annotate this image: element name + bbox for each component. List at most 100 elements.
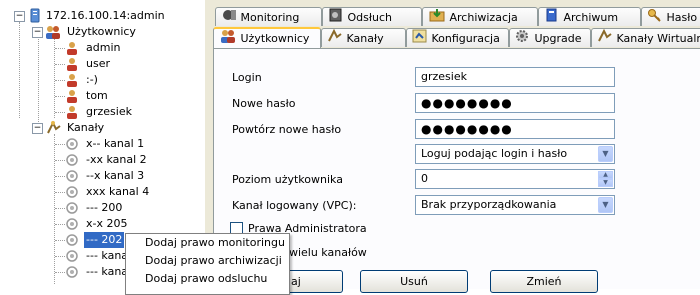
tree-channel[interactable]: --x kanal 3 <box>0 168 205 184</box>
tab-kanaly-wirtualne[interactable]: Kanały Wirtualne <box>591 28 700 47</box>
login-mode-value: Loguj podając login i hasło <box>421 147 567 160</box>
change-button[interactable]: Zmień <box>490 270 598 293</box>
tab-konfiguracja[interactable]: Konfiguracja <box>406 28 509 47</box>
tab-label: Upgrade <box>535 32 582 45</box>
monitoring-icon <box>221 8 237 28</box>
tree-line <box>55 176 65 177</box>
repeat-password-field[interactable]: ●●●●●●●● <box>415 119 615 139</box>
tree-line <box>55 224 65 225</box>
new-password-field[interactable]: ●●●●●●●● <box>415 93 615 113</box>
tab-label: Archiwizacja <box>450 11 518 24</box>
tree-user-label: grzesiek <box>86 104 132 120</box>
spin-down-icon[interactable]: ▼ <box>598 179 613 187</box>
tree-line <box>55 64 65 65</box>
chevron-down-icon[interactable]: ▼ <box>598 197 613 213</box>
menu-item-add-listening[interactable]: Dodaj prawo odsluchu <box>126 270 289 288</box>
tab-label: Konfiguracja <box>432 32 500 45</box>
virtual-channels-icon <box>597 29 613 49</box>
tab-uzytkownicy[interactable]: Użytkownicy <box>213 27 321 48</box>
tree-users-group[interactable]: − Użytkownicy <box>0 24 205 40</box>
vpc-select[interactable]: Brak przyporządkowania ▼ <box>415 195 615 215</box>
tab-upgrade[interactable]: Upgrade <box>509 28 591 47</box>
channels-icon <box>327 29 343 49</box>
tab-row-back: Monitoring Odsłuch Archiwizacja Archiwum… <box>205 7 700 27</box>
archive-icon <box>544 8 560 28</box>
tree-line <box>55 144 65 145</box>
login-label: Login <box>232 71 262 84</box>
tab-label: Monitoring <box>241 11 300 24</box>
tree-user-label: user <box>86 56 110 72</box>
vpc-label: Kanał logowany (VPC): <box>232 199 356 212</box>
tab-haslo[interactable]: Hasło <box>641 7 700 26</box>
users-icon <box>219 29 237 49</box>
tab-kanaly[interactable]: Kanały <box>321 28 406 47</box>
tab-label: Użytkownicy <box>241 32 310 45</box>
tree-line <box>55 240 65 241</box>
tree-channel-label: --- kana <box>86 248 128 264</box>
tree-line <box>55 112 65 113</box>
delete-button[interactable]: Usuń <box>360 270 468 293</box>
tree-line <box>55 192 65 193</box>
tree-channel[interactable]: x-- kanal 1 <box>0 136 205 152</box>
menu-item-add-monitoring[interactable]: Dodaj prawo monitoringu <box>126 234 289 252</box>
tree-channels-label: Kanały <box>67 120 104 136</box>
key-icon <box>647 8 663 28</box>
collapse-toggle[interactable]: − <box>32 27 43 38</box>
channel-icon <box>65 265 79 284</box>
tree-channel-label: --- kana <box>86 264 128 280</box>
gear-icon <box>515 29 531 49</box>
tree-root[interactable]: − 172.16.100.14:admin <box>0 8 205 24</box>
tab-label: Odsłuch <box>348 11 393 24</box>
tree-channel-label: x-x 205 <box>86 216 127 232</box>
tree-user[interactable]: user <box>0 56 205 72</box>
new-password-label: Nowe hasło <box>232 97 296 110</box>
tab-label: Kanały <box>347 32 384 45</box>
tree-channel[interactable]: --- 200 <box>0 200 205 216</box>
config-icon <box>412 29 428 49</box>
tab-label: Kanały Wirtualne <box>617 32 700 45</box>
chevron-down-icon[interactable]: ▼ <box>598 146 613 162</box>
tab-odsluch[interactable]: Odsłuch <box>322 7 422 26</box>
login-mode-select[interactable]: Loguj podając login i hasło ▼ <box>415 144 615 164</box>
user-level-value: 0 <box>421 172 428 185</box>
collapse-toggle[interactable]: − <box>32 123 43 134</box>
tab-archiwum[interactable]: Archiwum <box>538 7 641 26</box>
spin-up-icon[interactable]: ▲ <box>598 171 613 179</box>
tree-channel[interactable]: xxx kanal 4 <box>0 184 205 200</box>
tree-users-label: Użytkownicy <box>67 24 136 40</box>
vpc-value: Brak przyporządkowania <box>421 198 556 211</box>
tree-line <box>55 80 65 81</box>
tree-channel-label: -xx kanal 2 <box>86 152 147 168</box>
tree-user[interactable]: admin <box>0 40 205 56</box>
menu-item-add-archiving[interactable]: Dodaj prawo archiwizacji <box>126 252 289 270</box>
tree-channel[interactable]: x-x 205 <box>0 216 205 232</box>
tab-row-front: Użytkownicy Kanały Konfiguracja Upgrade … <box>205 28 700 48</box>
tree-user[interactable]: tom <box>0 88 205 104</box>
login-field[interactable]: grzesiek <box>415 67 615 87</box>
tree-user[interactable]: grzesiek <box>0 104 205 120</box>
tree-channels-group[interactable]: − Kanały <box>0 120 205 136</box>
tab-monitoring[interactable]: Monitoring <box>215 7 322 26</box>
tree-line <box>55 96 65 97</box>
context-menu: Dodaj prawo monitoringu Dodaj prawo arch… <box>125 233 290 295</box>
tree-channel[interactable]: -xx kanal 2 <box>0 152 205 168</box>
tree-user[interactable]: :-) <box>0 72 205 88</box>
collapse-toggle[interactable]: − <box>14 11 25 22</box>
tree-root-label: 172.16.100.14:admin <box>46 8 165 24</box>
tree-line <box>55 256 65 257</box>
tree-channel-label: --x kanal 3 <box>86 168 144 184</box>
tree-user-label: admin <box>86 40 120 56</box>
tab-archiwizacja[interactable]: Archiwizacja <box>422 7 538 26</box>
tree-line <box>55 208 65 209</box>
tree-user-label: :-) <box>86 72 98 88</box>
speaker-icon <box>328 8 344 28</box>
tree-channel-label: xxx kanal 4 <box>86 184 149 200</box>
tab-label: Hasło <box>667 11 698 24</box>
tree-line <box>55 48 65 49</box>
tree-user-label: tom <box>86 88 108 104</box>
repeat-password-label: Powtórz nowe hasło <box>232 123 341 136</box>
archive-box-icon <box>428 8 446 28</box>
tree-channel-label: --- 202 <box>84 232 124 248</box>
user-level-spinner[interactable]: 0 ▲ ▼ <box>415 169 615 189</box>
tree-channel-label: x-- kanal 1 <box>86 136 144 152</box>
